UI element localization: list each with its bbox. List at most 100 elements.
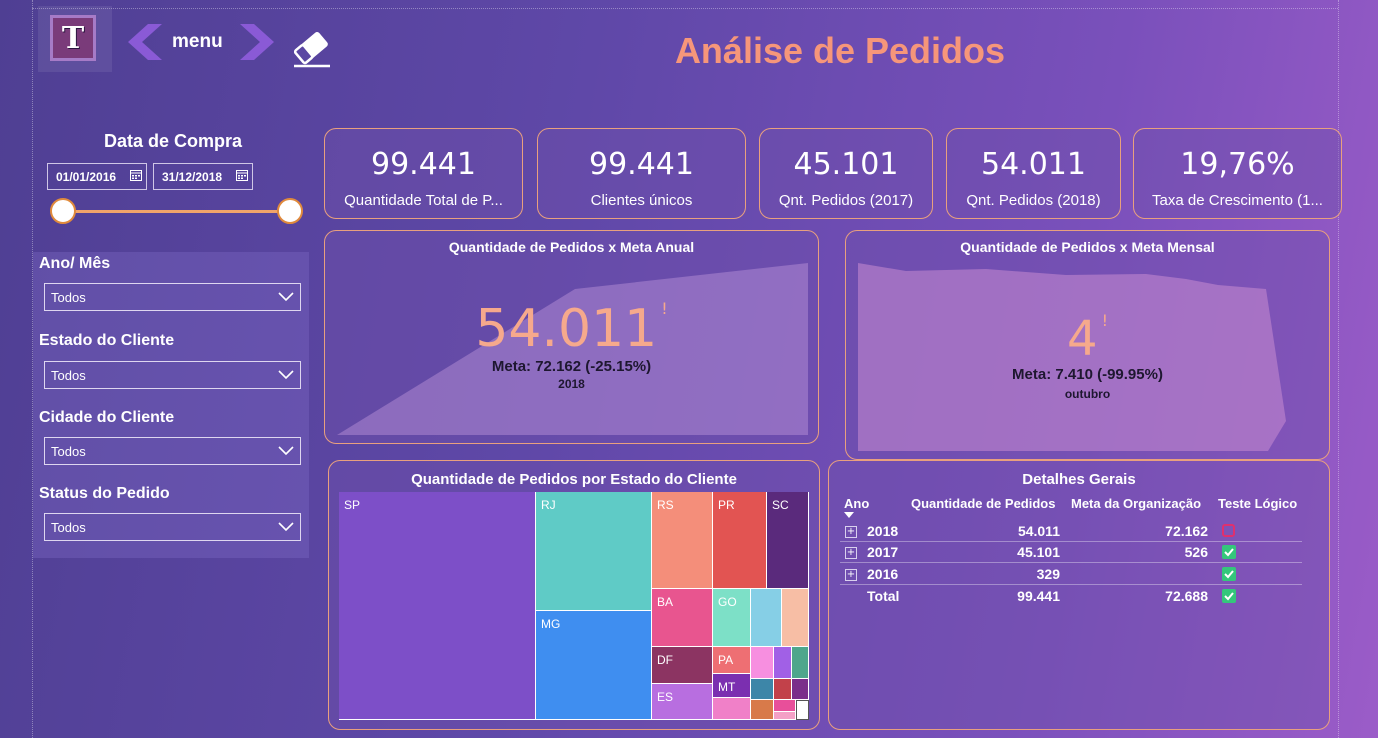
treemap-tile-df[interactable]: DF	[652, 647, 713, 684]
monthly-goal-value: 4!	[1067, 311, 1108, 367]
filter-select-estado[interactable]: Todos	[44, 361, 301, 389]
treemap-tile-pr[interactable]: PR	[713, 492, 767, 589]
filter-select-status[interactable]: Todos	[44, 513, 301, 541]
eraser-icon[interactable]	[290, 28, 332, 68]
treemap-tile-small-1[interactable]	[751, 589, 782, 647]
treemap-tile-small-2[interactable]	[782, 589, 809, 647]
filter-select-cidade[interactable]: Todos	[44, 437, 301, 465]
treemap-tile-small-10[interactable]	[751, 700, 774, 720]
row-divider	[840, 562, 1302, 563]
expand-icon[interactable]: +	[845, 569, 857, 581]
treemap-title: Quantidade de Pedidos por Estado do Clie…	[411, 471, 737, 488]
row-meta: 72.162	[1165, 523, 1208, 539]
alert-icon: !	[661, 299, 668, 318]
annual-goal-panel[interactable]: Quantidade de Pedidos x Meta Anual 54.01…	[324, 230, 819, 444]
treemap-area: SP RJ MG RS PR SC BA GO DF ES PA MT	[339, 492, 809, 720]
treemap-tile-small-11[interactable]	[774, 700, 796, 712]
col-header-ano[interactable]: Ano	[844, 496, 869, 511]
annual-goal-period: 2018	[558, 377, 585, 391]
frame-guide-top	[32, 8, 1338, 9]
kpi-card-total[interactable]: 99.441 Quantidade Total de P...	[324, 128, 523, 219]
treemap-tile-pa[interactable]: PA	[713, 647, 751, 674]
kpi-value: 45.101	[793, 147, 899, 182]
kpi-value: 19,76%	[1180, 147, 1295, 182]
treemap-tile-small-7[interactable]	[751, 679, 774, 700]
filter-value: Todos	[51, 368, 86, 383]
alert-icon: !	[1101, 311, 1108, 330]
sort-desc-icon[interactable]	[844, 512, 854, 518]
check-icon	[1222, 567, 1236, 581]
date-range-start-handle[interactable]	[50, 198, 76, 224]
monthly-goal-title: Quantidade de Pedidos x Meta Mensal	[960, 239, 1215, 255]
treemap-tile-small-9[interactable]	[792, 679, 809, 700]
end-date-value: 31/12/2018	[162, 170, 223, 184]
start-date-input[interactable]: 01/01/2016	[47, 163, 147, 190]
chevron-down-icon	[278, 446, 294, 456]
treemap-tile-rj[interactable]: RJ	[536, 492, 652, 611]
row-meta: 526	[1184, 544, 1208, 560]
monthly-goal-meta: Meta: 7.410 (-99.95%)	[1012, 366, 1163, 383]
chevron-left-icon[interactable]	[124, 22, 164, 62]
treemap-tile-small-8[interactable]	[774, 679, 792, 700]
kpi-label: Qnt. Pedidos (2017)	[778, 192, 914, 209]
filter-label-cidade: Cidade do Cliente	[39, 409, 175, 426]
chevron-down-icon	[278, 292, 294, 302]
kpi-value: 99.441	[371, 147, 476, 182]
monthly-goal-period: outubro	[1064, 387, 1111, 401]
treemap-tile-small-12[interactable]	[774, 712, 796, 720]
filter-label-status: Status do Pedido	[39, 485, 170, 502]
kpi-card-crescimento[interactable]: 19,76% Taxa de Crescimento (1...	[1133, 128, 1342, 219]
date-filter-title: Data de Compra	[103, 131, 243, 151]
logo: T	[50, 15, 96, 61]
menu-label[interactable]: menu	[172, 31, 223, 53]
row-quantidade: 54.011	[1017, 523, 1060, 539]
page-title: Análise de Pedidos	[674, 30, 1006, 71]
treemap-tile-small-4[interactable]	[751, 647, 774, 679]
treemap-tile-es[interactable]: ES	[652, 684, 713, 720]
expand-icon[interactable]: +	[845, 526, 857, 538]
details-title: Detalhes Gerais	[1022, 471, 1136, 488]
date-range-track[interactable]	[62, 210, 290, 213]
monthly-goal-panel[interactable]: Quantidade de Pedidos x Meta Mensal 4! M…	[845, 230, 1330, 460]
treemap-tile-small-5[interactable]	[774, 647, 792, 679]
filter-select-ano-mes[interactable]: Todos	[44, 283, 301, 311]
treemap-tile-small-6[interactable]	[792, 647, 809, 679]
treemap-tile-ba[interactable]: BA	[652, 589, 713, 647]
treemap-tile-mg[interactable]: MG	[536, 611, 652, 720]
kpi-card-2018[interactable]: 54.011 Qnt. Pedidos (2018)	[946, 128, 1121, 219]
treemap-tile-mt[interactable]: MT	[713, 674, 751, 698]
col-header-quantidade[interactable]: Quantidade de Pedidos	[911, 496, 1055, 511]
filter-label-ano-mes: Ano/ Mês	[39, 255, 111, 272]
col-header-teste[interactable]: Teste Lógico	[1218, 496, 1297, 511]
date-range-end-handle[interactable]	[277, 198, 303, 224]
logo-container[interactable]: T	[38, 6, 112, 72]
kpi-label: Quantidade Total de P...	[344, 192, 503, 209]
kpi-value: 99.441	[589, 147, 694, 182]
fail-icon	[1222, 524, 1235, 537]
row-ano: 2017	[867, 544, 899, 560]
filter-value: Todos	[51, 444, 86, 459]
treemap-tile-sp[interactable]: SP	[339, 492, 536, 720]
chevron-right-icon[interactable]	[238, 22, 278, 62]
treemap-tile-sc[interactable]: SC	[767, 492, 809, 589]
treemap-tile-small-13[interactable]	[796, 700, 809, 720]
check-icon	[1222, 545, 1236, 559]
expand-icon[interactable]: +	[845, 547, 857, 559]
end-date-input[interactable]: 31/12/2018	[153, 163, 253, 190]
frame-guide-right	[1338, 0, 1339, 738]
chevron-down-icon	[278, 522, 294, 532]
annual-goal-value: 54.011!	[475, 299, 668, 359]
col-header-meta[interactable]: Meta da Organização	[1071, 496, 1201, 511]
row-ano: 2018	[867, 523, 899, 539]
kpi-card-2017[interactable]: 45.101 Qnt. Pedidos (2017)	[759, 128, 933, 219]
treemap-tile-small-3[interactable]	[713, 698, 751, 720]
kpi-card-clientes[interactable]: 99.441 Clientes únicos	[537, 128, 746, 219]
calendar-icon[interactable]	[236, 169, 248, 181]
filter-label-estado: Estado do Cliente	[39, 332, 175, 349]
check-icon	[1222, 589, 1236, 603]
kpi-value: 54.011	[981, 147, 1086, 182]
calendar-icon[interactable]	[130, 169, 142, 181]
treemap-tile-go[interactable]: GO	[713, 589, 751, 647]
annual-goal-meta: Meta: 72.162 (-25.15%)	[491, 358, 652, 375]
treemap-tile-rs[interactable]: RS	[652, 492, 713, 589]
